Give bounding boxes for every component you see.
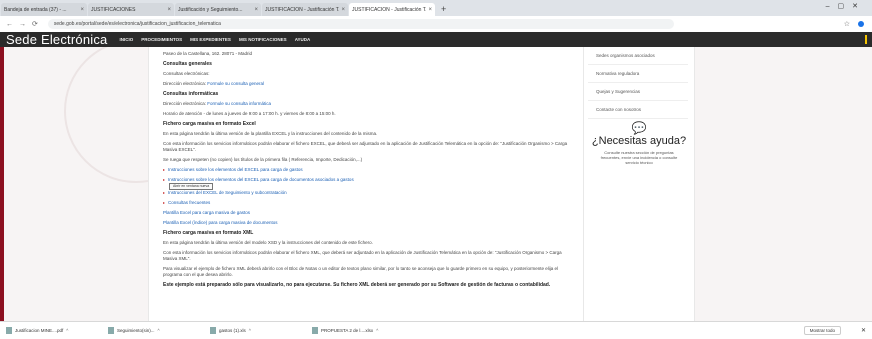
close-tab-icon[interactable]: × (341, 7, 345, 13)
download-item[interactable]: PROPUESTA 2 de l....xlsx ^ (312, 327, 408, 334)
sidebar-panel: Sedes organismos asociados Normativa reg… (584, 47, 695, 321)
browser-tab[interactable]: Bandeja de entrada (37) - ... × (1, 3, 87, 16)
download-item[interactable]: Justificacion MINE....pdf ^ (6, 327, 102, 334)
excel-paragraph-2: Con esta información los servicios infor… (163, 141, 568, 152)
url-text: sede.gob.es/portal/sede/es/electronica/j… (53, 21, 221, 27)
url-field[interactable]: sede.gob.es/portal/sede/es/electronica/j… (47, 19, 674, 29)
close-tab-icon[interactable]: × (80, 7, 84, 13)
excel-link-documentos[interactable]: Instrucciones sobre los elementos del EX… (163, 177, 571, 183)
star-icon[interactable]: ☆ (844, 20, 850, 28)
download-item[interactable]: gastos (1).xls ^ (210, 327, 306, 334)
chevron-up-icon[interactable]: ^ (66, 328, 68, 333)
file-icon (312, 327, 318, 334)
download-item[interactable]: Seguimiento(sin)... ^ (108, 327, 204, 334)
direccion-label: Dirección electrónica: (163, 81, 208, 86)
main-nav: INICIO PROCEDIMIENTOS MIS EXPEDIENTES MI… (119, 37, 310, 42)
sidebar-link-sedes[interactable]: Sedes organismos asociados (588, 47, 688, 65)
chat-bubble-icon: 💬 (631, 121, 647, 135)
nav-item-notificaciones[interactable]: MIS NOTIFICACIONES (239, 37, 287, 42)
downloads-bar: Justificacion MINE....pdf ^ Seguimiento(s… (0, 321, 872, 339)
browser-tab[interactable]: JUSTIFICACIÓN - Justificación T... × (262, 3, 348, 16)
download-name: Justificacion MINE....pdf (15, 328, 64, 333)
show-all-button[interactable]: Mostrar todo (803, 326, 841, 335)
file-icon (210, 327, 216, 334)
excel-link-faq[interactable]: Consultas frecuentes (163, 200, 571, 206)
tab-title: JUSTIFICACIÓN - Justificación T... (265, 6, 340, 13)
browser-tab[interactable]: JUSTIFICACIONES × (88, 3, 174, 16)
main-content: Paseo de la Castellana, 162. 28071 - Mad… (148, 47, 584, 321)
browser-tab[interactable]: Justificación y Seguimiento... × (175, 3, 261, 16)
xml-paragraph-4: Este ejemplo está preparado sólo para vi… (163, 282, 551, 288)
nav-item-expedientes[interactable]: MIS EXPEDIENTES (190, 37, 231, 42)
seal-watermark (64, 47, 148, 183)
chevron-up-icon[interactable]: ^ (249, 328, 251, 333)
nav-item-procedimientos[interactable]: PROCEDIMIENTOS (141, 37, 182, 42)
tab-title: JUSTIFICACIONES (91, 6, 136, 13)
nav-item-inicio[interactable]: INICIO (119, 37, 133, 42)
menu-accent (865, 35, 867, 44)
download-name: PROPUESTA 2 de l....xlsx (321, 328, 374, 333)
excel-link-gastos[interactable]: Instrucciones sobre los elementos del EX… (163, 167, 571, 173)
nav-item-ayuda[interactable]: AYUDA (295, 37, 311, 42)
tab-title: Justificación y Seguimiento... (178, 6, 243, 13)
help-title: ¿Necesitas ayuda? (591, 135, 687, 147)
download-name: Seguimiento(sin)... (117, 328, 155, 333)
xml-paragraph-2: Con esta información los servicios infor… (163, 250, 562, 261)
window-controls[interactable]: –▢✕ (826, 2, 866, 10)
close-tab-icon[interactable]: × (254, 7, 258, 13)
address-bar: ←→⟳ sede.gob.es/portal/sede/es/electroni… (0, 16, 872, 33)
chevron-up-icon[interactable]: ^ (158, 328, 160, 333)
close-tab-icon[interactable]: × (167, 7, 171, 13)
sidebar-link-contacte[interactable]: Contacte con nosotros (588, 101, 688, 119)
direccion-label: Dirección electrónica: (163, 101, 208, 106)
chevron-up-icon[interactable]: ^ (376, 328, 378, 333)
consulta-general-link[interactable]: Formule su consulta general (207, 81, 264, 86)
left-background (4, 47, 148, 321)
new-tab-icon[interactable]: + (441, 4, 446, 14)
sidebar-link-quejas[interactable]: Quejas y Sugerencias (588, 83, 688, 101)
xml-paragraph-3: Para visualizar el ejemplo de fichero XM… (163, 266, 559, 277)
close-icon[interactable]: ✕ (861, 327, 866, 334)
close-tab-icon[interactable]: × (428, 7, 432, 13)
nav-buttons-icon[interactable]: ←→⟳ (0, 20, 44, 28)
browser-tab-bar: Bandeja de entrada (37) - ... × JUSTIFICA… (0, 0, 872, 16)
site-title[interactable]: Sede Electrónica (0, 32, 107, 47)
site-header: Sede Electrónica INICIO PROCEDIMIENTOS M… (0, 32, 872, 47)
sidebar-link-normativa[interactable]: Normativa reguladora (588, 65, 688, 83)
consulta-informatica-link[interactable]: Formule su consulta informática (207, 101, 271, 106)
browser-tab-active[interactable]: JUSTIFICACIÓN - Justificación T... × (349, 3, 435, 16)
file-icon (6, 327, 12, 334)
help-box[interactable]: 💬 ¿Necesitas ayuda? Consulte nuestra sec… (584, 122, 694, 165)
excel-link-seguimiento[interactable]: Instrucciones del EXCEL de Seguimiento y… (163, 190, 571, 196)
help-text: Consulte nuestra sección de preguntas fr… (600, 150, 678, 165)
tab-title: JUSTIFICACIÓN - Justificación T... (352, 6, 427, 13)
profile-icon[interactable] (858, 21, 864, 27)
tooltip: Abrir en ventana nueva (169, 183, 214, 190)
tab-title: Bandeja de entrada (37) - ... (4, 6, 67, 13)
download-name: gastos (1).xls (219, 328, 246, 333)
right-sidebar: Sedes organismos asociados Normativa reg… (584, 47, 872, 321)
file-icon (108, 327, 114, 334)
